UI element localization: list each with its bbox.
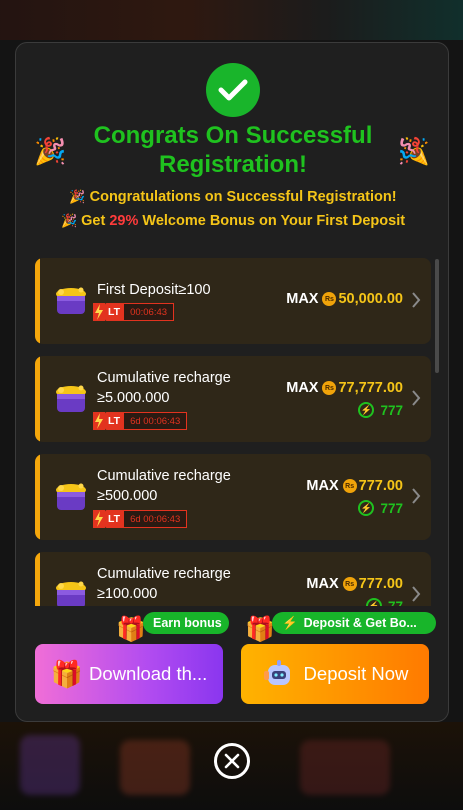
card-name: Cumulative recharge ≥5.000.000 [97,370,231,406]
card-name: Cumulative recharge ≥500.000 [97,468,231,504]
treasure-chest-icon [56,385,86,412]
subtitle-bonus-prefix: Get [81,213,110,229]
coin-icon: ⚡ [358,500,375,516]
max-label: MAX [286,291,319,307]
earn-bonus-tag: Earn bonus [143,612,229,634]
lt-label: LT [105,412,124,430]
card-name: Cumulative recharge ≥100.000 [97,566,231,602]
coin-amount: 77 [387,598,403,607]
rupee-coin-icon: Rs [342,479,357,493]
chevron-right-icon [412,586,421,602]
background-header [0,0,463,40]
lt-label: LT [105,510,124,528]
download-button-label: Download th... [89,663,208,684]
rupee-coin-icon: Rs [322,381,337,395]
coin-reward: ⚡ 77 [365,598,403,607]
lightning-icon [93,303,105,321]
max-amount: 77,777.00 [338,380,403,396]
max-label: MAX [286,380,319,396]
countdown-timer: 6d 00:06:43 [123,510,188,528]
subtitle-bonus-suffix: Welcome Bonus on Your First Deposit [138,213,406,229]
countdown-timer: 00:06:43 [123,303,175,321]
deposit-get-bonus-tag: ⚡ Deposit & Get Bo... [272,612,436,634]
coin-icon: ⚡ [358,402,375,418]
close-dialog-button[interactable] [214,743,250,779]
check-icon [206,63,260,117]
bonus-card-cumulative-500k[interactable]: Cumulative recharge ≥500.000 LT 6d 00:06… [35,454,431,540]
coin-amount: 777 [380,402,403,418]
robot-icon [263,660,290,685]
max-amount: 50,000.00 [338,291,403,307]
lightning-icon [93,412,105,430]
rupee-coin-icon: Rs [342,577,357,591]
coin-icon: ⚡ [365,598,382,606]
subtitle-congrats: 🎉 Congratulations on Successful Registrat… [16,189,448,205]
party-popper-icon: 🎉 [397,136,430,166]
max-reward: MAX Rs 77,777.00 [286,380,403,396]
max-amount: 777.00 [358,478,403,494]
gift-icon: 🎁 [50,658,84,689]
chevron-right-icon [412,390,421,406]
treasure-chest-icon [56,483,86,510]
coin-reward: ⚡ 777 [358,402,403,418]
max-reward: MAX Rs 777.00 [306,576,403,592]
party-popper-icon: 🎉 [69,189,86,204]
rupee-coin-icon: Rs [322,292,337,306]
max-label: MAX [306,478,339,494]
max-reward: MAX Rs 777.00 [306,478,403,494]
treasure-chest-icon [56,287,86,314]
bonus-list[interactable]: First Deposit≥100 LT 00:06:43 MAX Rs 50,… [35,258,432,606]
bonus-card-cumulative-100k[interactable]: Cumulative recharge ≥100.000 MAX Rs 777.… [35,552,431,606]
lightning-icon: ⚡ [282,615,298,630]
coin-reward: ⚡ 777 [358,500,403,516]
max-reward: MAX Rs 50,000.00 [286,291,403,307]
chevron-right-icon [412,488,421,504]
background-blur [300,740,390,795]
card-name: First Deposit≥100 [97,282,211,298]
deposit-button-label: Deposit Now [303,663,409,684]
deposit-now-button[interactable]: Deposit Now [241,644,429,704]
list-scrollbar[interactable] [435,259,439,373]
treasure-chest-icon [56,581,86,606]
max-amount: 777.00 [358,576,403,592]
party-popper-icon: 🎉 [60,213,78,228]
lt-label: LT [105,303,124,321]
download-app-button[interactable]: 🎁 Download th... [35,644,223,704]
background-blur [20,735,80,795]
deposit-get-bonus-text: Deposit & Get Bo... [303,616,417,630]
close-icon [224,753,240,769]
time-limit-badge: LT 6d 00:06:43 [93,510,188,528]
subtitle-congrats-text: Congratulations on Successful Registrati… [89,189,397,205]
chevron-right-icon [412,292,421,308]
bonus-card-cumulative-5m[interactable]: Cumulative recharge ≥5.000.000 LT 6d 00:… [35,356,431,442]
countdown-timer: 6d 00:06:43 [123,412,188,430]
subtitle-bonus: 🎉 Get 29% Welcome Bonus on Your First Dep… [16,213,448,229]
bonus-card-first-deposit[interactable]: First Deposit≥100 LT 00:06:43 MAX Rs 50,… [35,258,431,344]
time-limit-badge: LT 00:06:43 [93,303,175,321]
dialog-title: Congrats On Successful Registration! [93,122,373,178]
background-blur [120,740,190,795]
bonus-percent: 29% [109,213,139,229]
gift-icon: 🎁 [245,616,275,643]
max-label: MAX [306,576,339,592]
time-limit-badge: LT 6d 00:06:43 [93,412,188,430]
gift-icon: 🎁 [116,616,146,643]
party-popper-icon: 🎉 [34,136,67,166]
coin-amount: 777 [380,500,403,516]
lightning-icon [93,510,105,528]
registration-success-dialog: 🎉 🎉 Congrats On Successful Registration!… [15,42,449,722]
